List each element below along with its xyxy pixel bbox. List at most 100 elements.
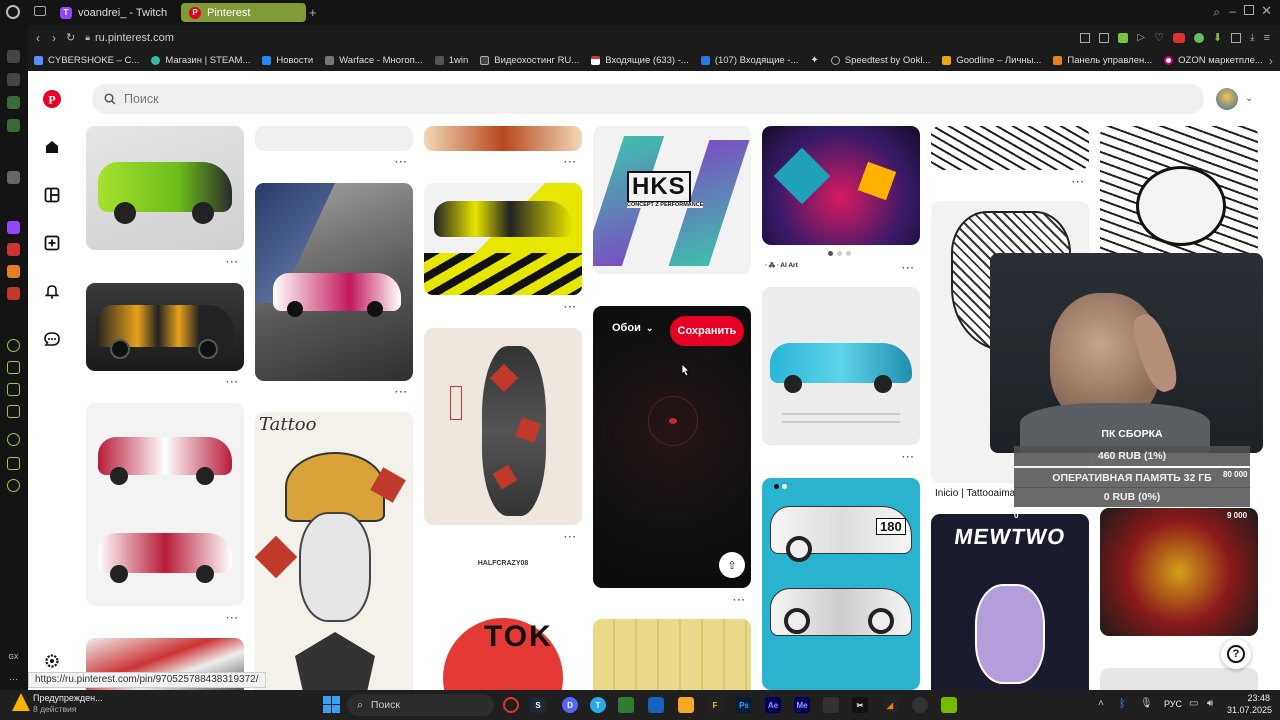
extensions-icon[interactable] [7,457,20,470]
tab-pinterest[interactable]: P Pinterest [181,3,306,22]
help-button[interactable]: ? [1221,639,1251,669]
history-icon[interactable] [7,433,20,446]
more-icon[interactable]: ··· [226,613,239,624]
pin-card[interactable]: HKS CONCEPT Z PERFORMANCE [593,126,751,274]
explore-icon[interactable] [40,183,64,207]
more-icon[interactable]: ··· [1072,177,1085,188]
download-icon[interactable]: ⬇ [1213,31,1222,44]
pin-card[interactable]: HALFCRAZY08 TOK [424,558,582,690]
bookmarks-more-icon[interactable]: › [1269,54,1273,68]
puzzle-icon[interactable] [1231,32,1242,43]
volume-icon[interactable]: 🔊︎ [1207,698,1213,709]
capcut-taskbar-icon[interactable]: ✂ [852,697,868,713]
bookmark-item[interactable]: Speedtest by Ookl... [825,55,937,66]
adblock-icon[interactable] [1172,32,1185,43]
game-taskbar-icon[interactable] [823,697,839,713]
home-icon[interactable] [40,135,64,159]
tray-chevron-icon[interactable]: ˄ [1098,698,1104,709]
opera-gx-taskbar-icon[interactable] [503,697,519,713]
new-tab-icon[interactable]: + [309,5,317,20]
media-encoder-taskbar-icon[interactable]: Me [794,697,810,713]
bookmark-item[interactable]: Панель управлен... [1047,55,1158,66]
speed-dial-icon[interactable] [7,50,20,63]
bookmark-item[interactable]: OZON маркетплe... [1158,55,1269,66]
pin-card[interactable]: 180 [762,478,920,690]
taskbar-search[interactable]: ⌕ Поиск [347,694,494,716]
tab-twitch[interactable]: T voandrei_ - Twitch [52,3,177,22]
display-taskbar-icon[interactable] [648,697,664,713]
more-icon[interactable]: ··· [395,157,408,168]
pin-card[interactable] [86,403,244,606]
pin-card[interactable] [762,126,920,245]
bluetooth-icon[interactable]: ᛒ [1119,698,1126,710]
pin-card[interactable] [931,126,1089,170]
settings-icon[interactable] [7,479,20,492]
more-icon[interactable]: ··· [564,532,577,543]
music-icon[interactable] [7,265,20,278]
mic-icon[interactable]: 🎙︎ [1140,698,1153,709]
clock-date[interactable]: 31.07.2025 [1224,705,1272,715]
pin-card[interactable] [1100,508,1258,636]
bookmark-item[interactable]: Магазин | STEAM... [145,55,256,66]
app-taskbar-icon[interactable]: F [707,697,723,713]
url-field[interactable]: ru.pinterest.com [95,32,174,44]
avatar[interactable] [1216,88,1238,110]
minimize-icon[interactable]: – [1229,4,1236,18]
bookmark-item[interactable]: (107) Входящие -... [695,55,805,66]
app-icon[interactable] [7,287,20,300]
windows-start-icon[interactable] [323,696,340,713]
more-icon[interactable]: ··· [226,257,239,268]
bookmark-item[interactable]: 1win [429,55,475,66]
bookmark-item[interactable]: CYBERSHOKE – C... [28,55,145,66]
pin-card[interactable]: Tattoo [255,412,413,690]
app2-taskbar-icon[interactable]: ◢ [882,697,898,713]
notifications-icon[interactable] [40,279,64,303]
pin-card[interactable] [1100,668,1258,690]
gx-icon[interactable]: GX [7,651,20,664]
extension-icon[interactable] [1193,32,1204,43]
pin-card[interactable] [424,328,582,525]
discord-taskbar-icon[interactable]: D [562,697,578,713]
pin-card-hovered[interactable] [593,306,751,588]
more-icon[interactable]: ··· [226,377,239,388]
obs-taskbar-icon[interactable] [912,697,928,713]
search-icon[interactable]: ⌕ [1213,5,1220,20]
twitch-sidebar-icon[interactable] [7,221,20,234]
more-icon[interactable]: ··· [564,157,577,168]
pinterest-logo[interactable]: P [40,87,64,111]
pin-card[interactable] [593,619,751,690]
back-icon[interactable]: ‹ [36,31,40,45]
snapshot-icon[interactable] [1099,32,1110,43]
after-effects-taskbar-icon[interactable]: Ae [765,697,781,713]
vpn-icon[interactable] [1118,32,1129,43]
board-selector[interactable]: Обои ⌄ [612,322,653,334]
pin-card[interactable]: MEWTWO [931,514,1089,690]
more-icon[interactable]: ··· [733,595,746,606]
network-icon[interactable]: ▭ [1189,698,1198,709]
clock-time[interactable]: 23:48 [1230,693,1270,703]
share-icon[interactable]: ⇧ [719,552,745,578]
more-icon[interactable]: ··· [902,452,915,463]
more-icon[interactable]: ··· [395,387,408,398]
save-button[interactable]: Сохранить [670,316,744,346]
bookmark-item[interactable]: Входящие (633) -... [585,55,695,66]
create-icon[interactable] [40,231,64,255]
player-icon[interactable] [7,339,20,352]
wallet-icon[interactable] [7,361,20,374]
bookmark-item[interactable]: Warface - Многоп... [319,55,429,66]
pin-card[interactable] [255,183,413,381]
yandex-icon[interactable] [7,243,20,256]
bookmarks-icon[interactable] [7,383,20,396]
settings-gear-icon[interactable] [40,649,64,673]
maximize-icon[interactable] [1244,5,1254,15]
tiktok-icon[interactable] [7,171,20,184]
close-icon[interactable]: ✕ [1261,3,1272,19]
steam-taskbar-icon[interactable]: S [530,697,546,713]
photoshop-taskbar-icon[interactable]: Ps [736,697,752,713]
pin-card[interactable] [255,126,413,151]
chevron-down-icon[interactable]: ⌄ [1245,93,1253,104]
bookmark-item[interactable]: Goodline – Личны... [936,55,1047,66]
reload-icon[interactable]: ↻ [66,31,75,44]
pin-icon[interactable] [1080,32,1091,43]
pin-card[interactable] [86,283,244,371]
